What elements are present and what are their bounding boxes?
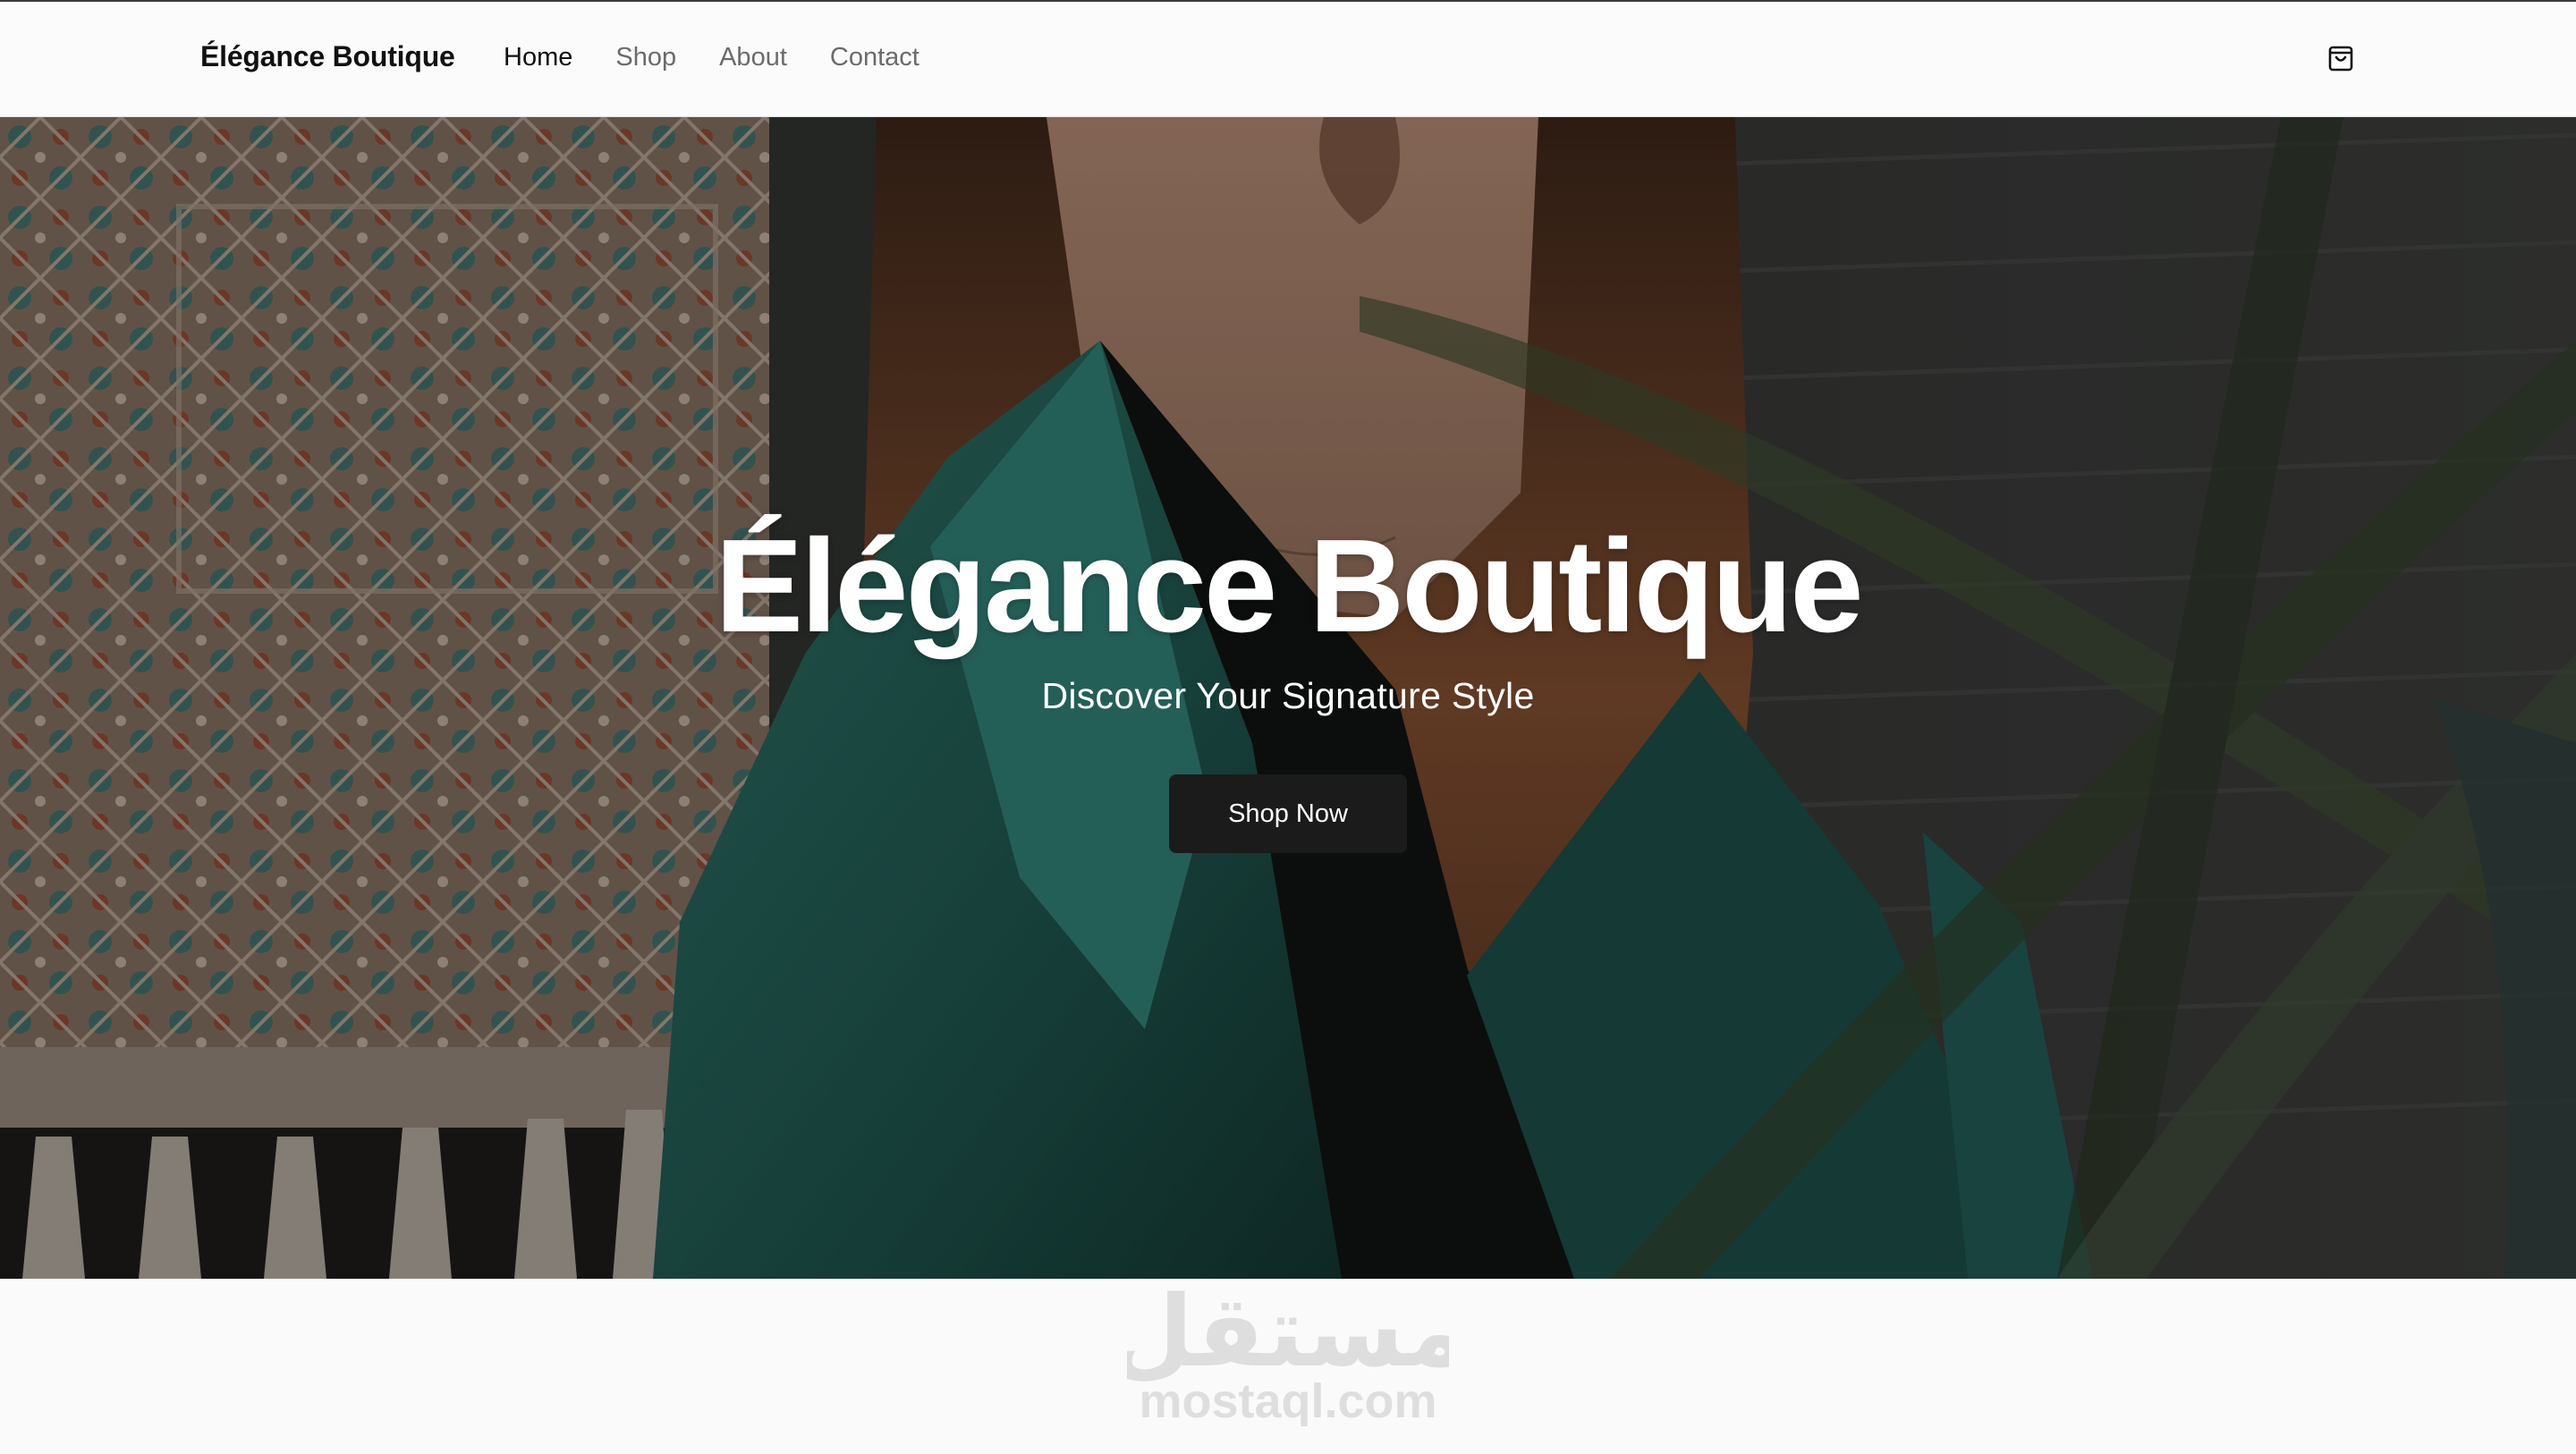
page: Élégance Boutique Home Shop About Contac… — [0, 0, 2576, 1454]
nav-link-contact[interactable]: Contact — [830, 43, 919, 72]
nav-link-shop[interactable]: Shop — [615, 43, 676, 72]
hero-title: Élégance Boutique — [715, 512, 1863, 660]
nav-links: Home Shop About Contact — [504, 43, 919, 72]
nav-link-about[interactable]: About — [719, 43, 787, 72]
hero-content: Élégance Boutique Discover Your Signatur… — [0, 511, 2576, 854]
watermark-arabic-text: مستقل — [1127, 1283, 1449, 1389]
hero-section: Élégance Boutique Discover Your Signatur… — [0, 117, 2576, 1279]
hero-subtitle: Discover Your Signature Style — [1041, 675, 1535, 717]
mostaql-watermark: مستقل mostaql.com — [1127, 1283, 1449, 1426]
watermark-domain-text: mostaql.com — [1139, 1374, 1436, 1426]
brand-logo[interactable]: Élégance Boutique — [200, 40, 455, 73]
shop-now-button[interactable]: Shop Now — [1169, 774, 1407, 854]
cart-button[interactable] — [2326, 43, 2356, 73]
navbar: Élégance Boutique Home Shop About Contac… — [0, 2, 2576, 117]
nav-link-home[interactable]: Home — [504, 43, 572, 72]
shopping-bag-icon — [2328, 46, 2353, 72]
